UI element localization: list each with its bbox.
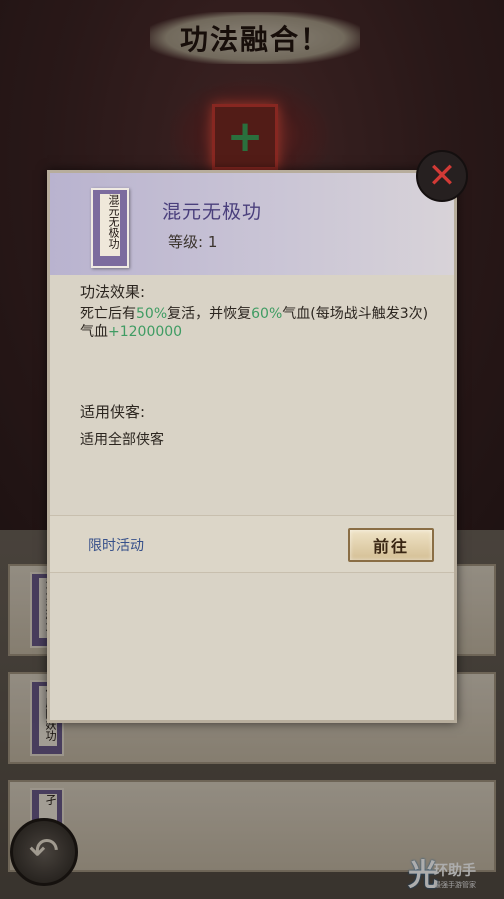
close-button[interactable]: ✕ [416, 150, 468, 202]
applicable-heading: 适用侠客: [80, 403, 146, 421]
go-button[interactable]: 前往 [348, 528, 434, 562]
skill-book-label: 混元无极功 [100, 194, 120, 256]
effect-description: 死亡后有50%复活，并恢复60%气血(每场战斗触发3次) 气血+1200000 [80, 305, 432, 341]
applicable-text: 适用全部侠客 [80, 432, 164, 448]
activity-source-row: 限时活动 前往 [50, 515, 454, 573]
activity-label: 限时活动 [88, 538, 144, 554]
popup-header: 混元无极功 混元无极功 等级: 1 [50, 173, 454, 275]
effect-text-part: 气血 [80, 324, 108, 340]
skill-detail-popup: 混元无极功 混元无极功 等级: 1 功法效果: 死亡后有50%复活，并恢复60%… [47, 170, 457, 723]
skill-name: 混元无极功 [162, 201, 263, 223]
skill-level: 等级: 1 [168, 233, 218, 251]
effect-value: +1200000 [108, 324, 183, 340]
effect-value: 50% [136, 306, 168, 322]
effect-text-part: 气血(每场战斗触发3次) [282, 306, 429, 322]
effect-heading: 功法效果: [80, 283, 146, 301]
effect-text-part: 死亡后有 [80, 306, 136, 322]
effect-value: 60% [251, 306, 283, 322]
effect-text-part: 复活，并恢复 [167, 306, 252, 322]
close-icon: ✕ [427, 156, 457, 196]
skill-book-icon: 混元无极功 [91, 188, 129, 268]
